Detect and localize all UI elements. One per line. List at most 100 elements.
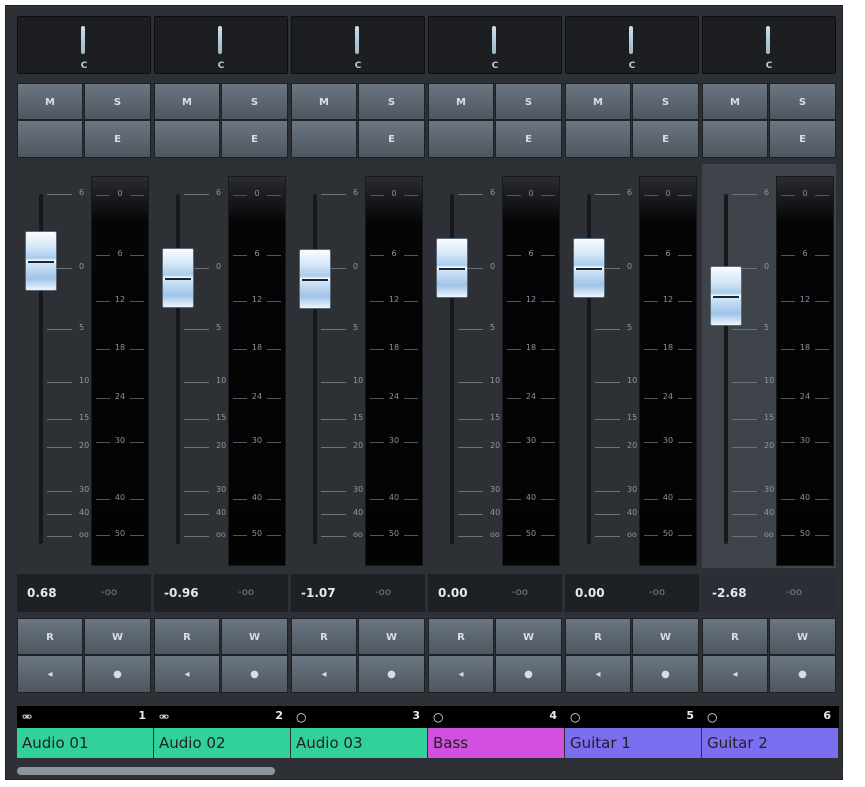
monitor-button[interactable]: ◂ bbox=[17, 655, 83, 693]
volume-readout[interactable]: 0.00 -oo bbox=[428, 574, 562, 612]
channel-name[interactable]: Bass bbox=[428, 728, 565, 758]
record-dot-icon: ● bbox=[524, 669, 533, 680]
channel-name[interactable]: Audio 02 bbox=[154, 728, 291, 758]
solo-button[interactable]: S bbox=[769, 83, 836, 120]
read-automation-button[interactable]: R bbox=[291, 618, 357, 655]
monitor-button[interactable]: ◂ bbox=[702, 655, 768, 693]
read-automation-button[interactable]: R bbox=[154, 618, 220, 655]
write-automation-button[interactable]: W bbox=[221, 618, 288, 655]
volume-value: 0.68 bbox=[27, 586, 57, 600]
record-enable-button[interactable]: ● bbox=[769, 655, 836, 693]
edit-channel-button[interactable]: E bbox=[632, 120, 699, 158]
mute-button[interactable]: M bbox=[702, 83, 768, 120]
monitor-button[interactable]: ◂ bbox=[565, 655, 631, 693]
write-automation-button[interactable]: W bbox=[632, 618, 699, 655]
fader-scale: 6 0 5 10 15 20 30 40 oo bbox=[428, 164, 500, 568]
horizontal-scrollbar[interactable] bbox=[17, 766, 843, 776]
record-enable-button[interactable]: ● bbox=[495, 655, 562, 693]
empty-button[interactable] bbox=[154, 120, 220, 158]
read-automation-button[interactable]: R bbox=[702, 618, 768, 655]
empty-button[interactable] bbox=[702, 120, 768, 158]
channel-name[interactable]: Audio 03 bbox=[291, 728, 428, 758]
meter-scale-label: 24 bbox=[662, 392, 674, 401]
meter-scale-label: 0 bbox=[665, 189, 671, 198]
empty-button[interactable] bbox=[565, 120, 631, 158]
pan-control[interactable]: C bbox=[702, 16, 836, 74]
fader-scale-label: 10 bbox=[490, 376, 501, 385]
solo-button[interactable]: S bbox=[358, 83, 425, 120]
fader-scale-label: 10 bbox=[627, 376, 638, 385]
solo-button[interactable]: S bbox=[495, 83, 562, 120]
record-enable-button[interactable]: ● bbox=[632, 655, 699, 693]
volume-fader-handle[interactable] bbox=[436, 238, 468, 298]
solo-button[interactable]: S bbox=[84, 83, 151, 120]
empty-button[interactable] bbox=[17, 120, 83, 158]
fader-scale-tick: 30 bbox=[458, 485, 500, 494]
level-meter: 0 6 12 18 24 30 40 50 bbox=[365, 176, 423, 566]
volume-readout[interactable]: -2.68 -oo bbox=[702, 574, 836, 612]
volume-readout[interactable]: -0.96 -oo bbox=[154, 574, 288, 612]
meter-scale-label: 12 bbox=[251, 295, 263, 304]
fader-scale-label: 15 bbox=[216, 413, 227, 422]
fader-scale-tick: 20 bbox=[47, 441, 89, 450]
volume-readout[interactable]: 0.00 -oo bbox=[565, 574, 699, 612]
channel-type-icon: ⚮ bbox=[22, 710, 33, 724]
volume-readout[interactable]: 0.68 -oo bbox=[17, 574, 151, 612]
write-automation-button[interactable]: W bbox=[495, 618, 562, 655]
solo-button[interactable]: S bbox=[632, 83, 699, 120]
scrollbar-thumb[interactable] bbox=[17, 767, 275, 775]
mute-button[interactable]: M bbox=[428, 83, 494, 120]
volume-fader-handle[interactable] bbox=[162, 248, 194, 308]
monitor-button[interactable]: ◂ bbox=[428, 655, 494, 693]
read-automation-button[interactable]: R bbox=[17, 618, 83, 655]
level-meter: 0 6 12 18 24 30 40 50 bbox=[776, 176, 834, 566]
pan-control[interactable]: C bbox=[428, 16, 562, 74]
fader-scale: 6 0 5 10 15 20 30 40 oo bbox=[702, 164, 774, 568]
edit-channel-button[interactable]: E bbox=[358, 120, 425, 158]
write-automation-button[interactable]: W bbox=[358, 618, 425, 655]
edit-channel-button[interactable]: E bbox=[769, 120, 836, 158]
mute-button[interactable]: M bbox=[17, 83, 83, 120]
fader-scale-tick: 15 bbox=[595, 413, 637, 422]
volume-fader-handle[interactable] bbox=[25, 231, 57, 291]
read-automation-button[interactable]: R bbox=[428, 618, 494, 655]
solo-button[interactable]: S bbox=[221, 83, 288, 120]
meter-scale-label: 30 bbox=[799, 436, 811, 445]
record-enable-button[interactable]: ● bbox=[84, 655, 151, 693]
pan-control[interactable]: C bbox=[565, 16, 699, 74]
fader-scale-label: oo bbox=[353, 530, 363, 539]
empty-button[interactable] bbox=[291, 120, 357, 158]
read-automation-button[interactable]: R bbox=[565, 618, 631, 655]
empty-button[interactable] bbox=[428, 120, 494, 158]
edit-channel-button[interactable]: E bbox=[495, 120, 562, 158]
volume-readout[interactable]: -1.07 -oo bbox=[291, 574, 425, 612]
meter-scale-label: 30 bbox=[251, 436, 263, 445]
write-automation-button[interactable]: W bbox=[769, 618, 836, 655]
channel-name[interactable]: Audio 01 bbox=[17, 728, 154, 758]
fader-scale-label: oo bbox=[216, 530, 226, 539]
channel-name[interactable]: Guitar 2 bbox=[702, 728, 839, 758]
channel-name[interactable]: Guitar 1 bbox=[565, 728, 702, 758]
fader-scale-label: oo bbox=[490, 530, 500, 539]
pan-control[interactable]: C bbox=[154, 16, 288, 74]
volume-fader-handle[interactable] bbox=[710, 266, 742, 326]
monitor-button[interactable]: ◂ bbox=[154, 655, 220, 693]
record-enable-button[interactable]: ● bbox=[221, 655, 288, 693]
fader-scale-tick: 40 bbox=[732, 508, 774, 517]
volume-fader-handle[interactable] bbox=[299, 249, 331, 309]
write-automation-button[interactable]: W bbox=[84, 618, 151, 655]
monitor-button[interactable]: ◂ bbox=[291, 655, 357, 693]
fader-scale: 6 0 5 10 15 20 30 40 oo bbox=[17, 164, 89, 568]
mute-button[interactable]: M bbox=[291, 83, 357, 120]
record-enable-button[interactable]: ● bbox=[358, 655, 425, 693]
pan-control[interactable]: C bbox=[17, 16, 151, 74]
fader-scale-label: 30 bbox=[353, 485, 364, 494]
edit-channel-button[interactable]: E bbox=[221, 120, 288, 158]
mute-button[interactable]: M bbox=[565, 83, 631, 120]
meter-scale-label: 0 bbox=[117, 189, 123, 198]
mute-button[interactable]: M bbox=[154, 83, 220, 120]
meter-scale-label: 30 bbox=[388, 436, 400, 445]
pan-control[interactable]: C bbox=[291, 16, 425, 74]
edit-channel-button[interactable]: E bbox=[84, 120, 151, 158]
volume-fader-handle[interactable] bbox=[573, 238, 605, 298]
